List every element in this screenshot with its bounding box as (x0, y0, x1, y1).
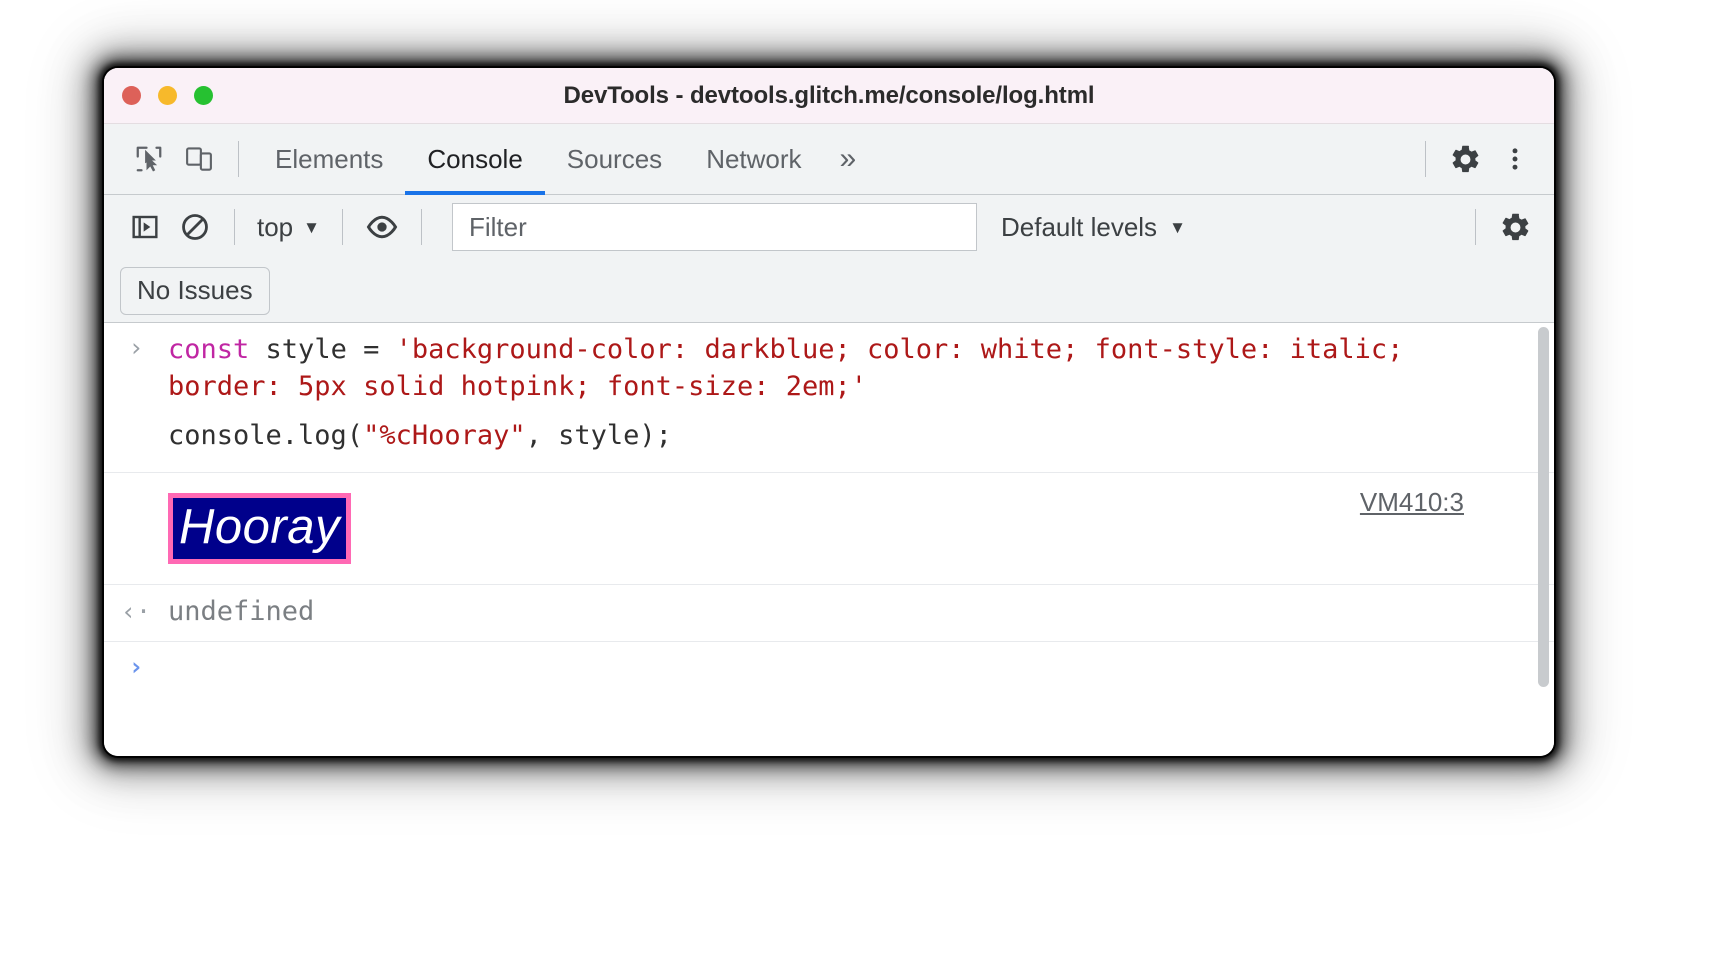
console-styled-output-row: Hooray VM410:3 (104, 473, 1554, 585)
console-toolbar-divider-3 (420, 209, 422, 245)
console-toolbar-divider-2 (341, 209, 343, 245)
execution-context-label: top (257, 211, 294, 242)
console-input-entry: › const style = 'background-color: darkb… (104, 323, 1554, 473)
live-expression-eye-icon (366, 215, 398, 239)
console-message-list[interactable]: › const style = 'background-color: darkb… (104, 323, 1554, 756)
code-token-default: console.log( (168, 420, 364, 451)
tabbar-divider (238, 141, 239, 177)
execution-context-selector[interactable]: top ▼ (249, 212, 328, 243)
device-toolbar-button[interactable] (174, 134, 224, 184)
tab-network[interactable]: Network (684, 124, 823, 195)
console-filter-placeholder: Filter (468, 211, 527, 242)
console-result-row: ‹· undefined (104, 585, 1554, 642)
console-input-code-2: console.log("%cHooray", style); (168, 417, 1554, 454)
no-issues-label: No Issues (137, 275, 253, 305)
input-gutter: › (104, 331, 168, 360)
device-toolbar-icon (186, 147, 212, 171)
traffic-lights (122, 68, 213, 123)
screenshot-root: DevTools - devtools.glitch.me/console/lo… (0, 0, 1722, 974)
code-token-keyword: const (168, 334, 266, 365)
console-input-code-1: const style = 'background-color: darkblu… (168, 331, 1554, 405)
inspect-element-button[interactable] (124, 134, 174, 184)
console-filter-input[interactable]: Filter (451, 203, 977, 251)
console-toolbar-divider-1 (234, 209, 235, 245)
gear-icon (1452, 145, 1478, 172)
chevron-down-icon: ▼ (303, 217, 320, 237)
devtools-window: DevTools - devtools.glitch.me/console/lo… (104, 68, 1554, 756)
tabbar-right-divider (1425, 141, 1426, 177)
active-prompt-icon: › (128, 652, 144, 681)
console-toolbar-right (1461, 202, 1554, 252)
console-sidebar-toggle-button[interactable] (120, 202, 170, 252)
tab-elements-label: Elements (275, 143, 384, 174)
console-settings-gear-icon (1502, 213, 1528, 240)
console-toolbar-divider-4 (1475, 209, 1476, 245)
prompt-gutter: › (104, 650, 168, 679)
live-expression-button[interactable] (357, 202, 407, 252)
console-result-value: undefined (168, 596, 315, 627)
chevron-down-icon: ▼ (1169, 217, 1186, 237)
console-sidebar-icon (132, 215, 158, 239)
inspect-element-icon (136, 146, 162, 172)
tab-console-label: Console (427, 143, 523, 174)
tabbar-right-controls (1411, 134, 1554, 184)
minimize-window-button[interactable] (158, 86, 177, 105)
devtools-tabbar: Elements Console Sources Network » (104, 124, 1554, 195)
console-scrollbar-thumb[interactable] (1538, 327, 1549, 687)
result-arrow-icon: ‹· (120, 597, 152, 626)
devtools-settings-button[interactable] (1440, 134, 1490, 184)
close-window-button[interactable] (122, 86, 141, 105)
issues-bar: No Issues (104, 259, 1554, 323)
clear-console-icon (182, 214, 208, 240)
no-issues-button[interactable]: No Issues (120, 266, 270, 315)
console-toolbar: top ▼ Filter Default levels ▼ (104, 195, 1554, 259)
tab-sources[interactable]: Sources (545, 124, 684, 195)
code-token-default: style = (265, 334, 396, 365)
clear-console-button[interactable] (170, 202, 220, 252)
devtools-main-menu-button[interactable] (1490, 134, 1540, 184)
source-location-link[interactable]: VM410:3 (1360, 487, 1464, 518)
tab-network-label: Network (706, 143, 802, 174)
maximize-window-button[interactable] (194, 86, 213, 105)
window-title: DevTools - devtools.glitch.me/console/lo… (563, 81, 1095, 109)
log-levels-selector[interactable]: Default levels ▼ (1001, 212, 1186, 243)
console-prompt-row[interactable]: › (104, 642, 1554, 689)
tab-elements[interactable]: Elements (253, 124, 405, 195)
console-input-line-2: console.log("%cHooray", style); (104, 415, 1554, 464)
more-tabs-label: » (839, 142, 857, 175)
console-scrollbar[interactable] (1538, 327, 1549, 750)
input-prompt-icon: › (128, 333, 144, 362)
kebab-menu-icon (1512, 148, 1518, 170)
tab-console[interactable]: Console (405, 124, 546, 195)
console-input-line-1: › const style = 'background-color: darkb… (104, 323, 1554, 415)
code-token-string: "%cHooray" (363, 420, 526, 451)
styled-log-output: Hooray (168, 492, 351, 565)
more-tabs-button[interactable]: » (824, 124, 873, 195)
result-gutter: ‹· (104, 595, 168, 624)
console-settings-button[interactable] (1490, 202, 1540, 252)
log-levels-label: Default levels (1000, 211, 1158, 242)
code-token-default: , style); (525, 420, 672, 451)
title-bar: DevTools - devtools.glitch.me/console/lo… (104, 68, 1554, 124)
tab-sources-label: Sources (566, 143, 663, 174)
input-gutter-blank (104, 417, 168, 421)
